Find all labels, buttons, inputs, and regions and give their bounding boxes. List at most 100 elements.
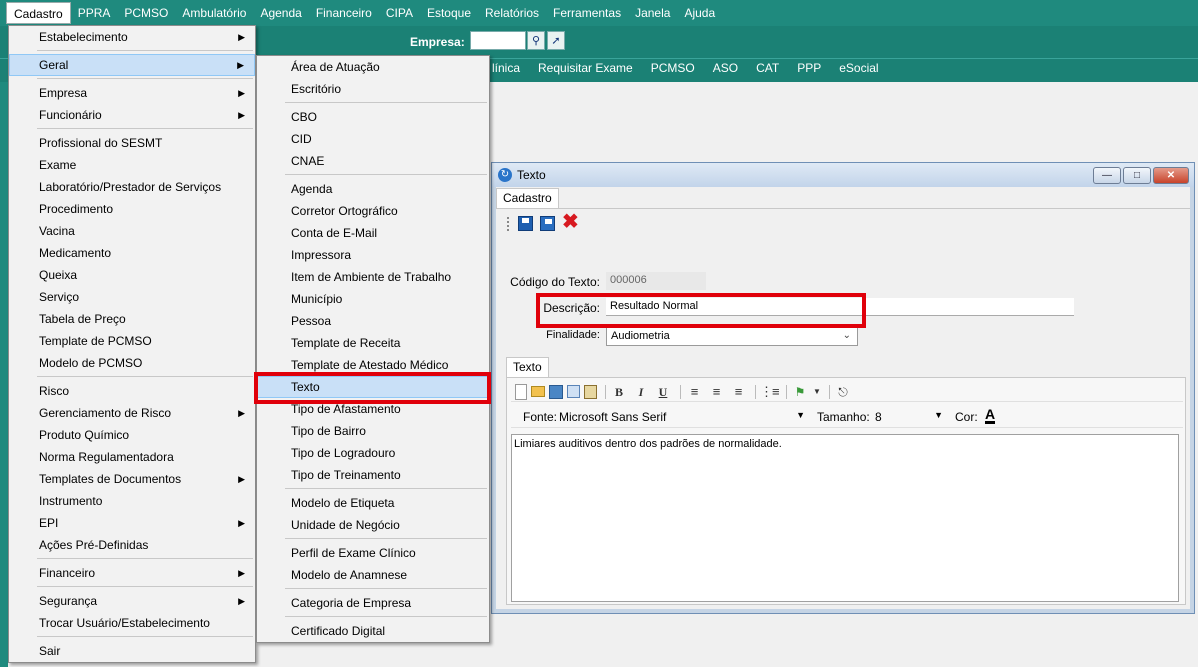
- quicklink-esocial[interactable]: eSocial: [839, 61, 878, 75]
- menu-item-queixa[interactable]: Queixa: [9, 264, 255, 286]
- new-document-icon[interactable]: [515, 383, 527, 400]
- menu-item-laboratorio[interactable]: Laboratório/Prestador de Serviços: [9, 176, 255, 198]
- menu-item-procedimento[interactable]: Procedimento: [9, 198, 255, 220]
- font-color-icon[interactable]: A: [985, 407, 996, 424]
- chevron-down-icon[interactable]: ⌄: [843, 327, 851, 345]
- menu-item-pessoa[interactable]: Pessoa: [257, 310, 489, 332]
- menu-item-texto[interactable]: Texto: [257, 376, 489, 398]
- text-editor[interactable]: Limiares auditivos dentro dos padrões de…: [511, 434, 1179, 602]
- menu-item-cid[interactable]: CID: [257, 128, 489, 150]
- print-preview-icon[interactable]: ⎋: [834, 384, 852, 400]
- menu-janela[interactable]: Janela: [628, 2, 677, 24]
- save-and-new-icon[interactable]: [540, 216, 555, 231]
- menu-item-corretor-ortografico[interactable]: Corretor Ortográfico: [257, 200, 489, 222]
- menu-item-item-ambiente[interactable]: Item de Ambiente de Trabalho: [257, 266, 489, 288]
- menu-item-modelo-anamnese[interactable]: Modelo de Anamnese: [257, 564, 489, 586]
- descricao-field[interactable]: Resultado Normal: [606, 298, 1074, 316]
- align-center-icon[interactable]: ≡: [707, 384, 725, 400]
- menu-ppra[interactable]: PPRA: [71, 2, 118, 24]
- menu-item-template-atestado[interactable]: Template de Atestado Médico: [257, 354, 489, 376]
- menu-item-conta-email[interactable]: Conta de E-Mail: [257, 222, 489, 244]
- quicklink-requisitar-exame[interactable]: Requisitar Exame: [538, 61, 633, 75]
- cancel-icon[interactable]: ✖: [562, 211, 579, 233]
- menu-item-modelo-etiqueta[interactable]: Modelo de Etiqueta: [257, 492, 489, 514]
- fonte-select[interactable]: Microsoft Sans Serif ▼: [559, 410, 807, 424]
- menu-item-perfil-exame[interactable]: Perfil de Exame Clínico: [257, 542, 489, 564]
- menu-item-vacina[interactable]: Vacina: [9, 220, 255, 242]
- menu-item-trocar-usuario[interactable]: Trocar Usuário/Estabelecimento: [9, 612, 255, 634]
- menu-item-acoes-pre-definidas[interactable]: Ações Pré-Definidas: [9, 534, 255, 556]
- menu-item-certificado-digital[interactable]: Certificado Digital: [257, 620, 489, 642]
- menu-item-categoria-empresa[interactable]: Categoria de Empresa: [257, 592, 489, 614]
- menu-item-template-receita[interactable]: Template de Receita: [257, 332, 489, 354]
- underline-icon[interactable]: U: [654, 384, 672, 400]
- bullet-list-icon[interactable]: ⋮≡: [760, 384, 780, 400]
- bold-icon[interactable]: B: [610, 384, 628, 400]
- menu-item-empresa[interactable]: Empresa ▶: [9, 82, 255, 104]
- menu-cipa[interactable]: CIPA: [379, 2, 420, 24]
- dropdown-arrow-icon[interactable]: ▼: [813, 384, 821, 400]
- menu-item-norma-regulamentadora[interactable]: Norma Regulamentadora: [9, 446, 255, 468]
- menu-relatorios[interactable]: Relatórios: [478, 2, 546, 24]
- italic-icon[interactable]: I: [632, 384, 650, 400]
- chevron-down-icon[interactable]: ▼: [796, 410, 805, 420]
- chevron-down-icon[interactable]: ▼: [934, 410, 943, 420]
- menu-item-municipio[interactable]: Município: [257, 288, 489, 310]
- align-left-icon[interactable]: ≡: [685, 384, 703, 400]
- tamanho-select[interactable]: 8 ▼: [875, 410, 945, 424]
- menu-pcmso[interactable]: PCMSO: [117, 2, 175, 24]
- quicklink-aso[interactable]: ASO: [713, 61, 738, 75]
- search-icon[interactable]: ⚲: [527, 31, 545, 50]
- close-button[interactable]: ✕: [1153, 167, 1189, 184]
- menu-item-tipo-logradouro[interactable]: Tipo de Logradouro: [257, 442, 489, 464]
- menu-item-escritorio[interactable]: Escritório: [257, 78, 489, 100]
- tab-cadastro[interactable]: Cadastro: [496, 188, 559, 208]
- align-right-icon[interactable]: ≡: [729, 384, 747, 400]
- menu-item-seguranca[interactable]: Segurança ▶: [9, 590, 255, 612]
- menu-item-tipo-bairro[interactable]: Tipo de Bairro: [257, 420, 489, 442]
- menu-item-modelo-pcmso[interactable]: Modelo de PCMSO: [9, 352, 255, 374]
- menu-item-profissional-sesmt[interactable]: Profissional do SESMT: [9, 132, 255, 154]
- maximize-button[interactable]: □: [1123, 167, 1151, 184]
- menu-estoque[interactable]: Estoque: [420, 2, 478, 24]
- menu-item-template-pcmso[interactable]: Template de PCMSO: [9, 330, 255, 352]
- save-icon[interactable]: [549, 384, 563, 399]
- menu-item-impressora[interactable]: Impressora: [257, 244, 489, 266]
- menu-item-geral[interactable]: Geral ▶: [9, 54, 255, 76]
- menu-item-sair[interactable]: Sair: [9, 640, 255, 662]
- menu-item-tabela-preco[interactable]: Tabela de Preço: [9, 308, 255, 330]
- menu-item-estabelecimento[interactable]: Estabelecimento ▶: [9, 26, 255, 48]
- menu-item-cbo[interactable]: CBO: [257, 106, 489, 128]
- menu-item-exame[interactable]: Exame: [9, 154, 255, 176]
- menu-item-financeiro[interactable]: Financeiro ▶: [9, 562, 255, 584]
- menu-item-agenda[interactable]: Agenda: [257, 178, 489, 200]
- menu-item-risco[interactable]: Risco: [9, 380, 255, 402]
- menu-item-funcionario[interactable]: Funcionário ▶: [9, 104, 255, 126]
- open-folder-icon[interactable]: [531, 386, 545, 397]
- menu-item-cnae[interactable]: CNAE: [257, 150, 489, 172]
- tag-icon[interactable]: ⚑: [791, 384, 809, 400]
- menu-cadastro[interactable]: Cadastro: [6, 2, 71, 24]
- menu-item-epi[interactable]: EPI ▶: [9, 512, 255, 534]
- quicklink-cat[interactable]: CAT: [756, 61, 779, 75]
- menu-financeiro[interactable]: Financeiro: [309, 2, 379, 24]
- menu-item-templates-documentos[interactable]: Templates de Documentos ▶: [9, 468, 255, 490]
- menu-item-medicamento[interactable]: Medicamento: [9, 242, 255, 264]
- menu-item-instrumento[interactable]: Instrumento: [9, 490, 255, 512]
- menu-ferramentas[interactable]: Ferramentas: [546, 2, 628, 24]
- pin-icon[interactable]: ➚: [547, 31, 565, 50]
- quicklink-clinica[interactable]: línica: [492, 61, 520, 75]
- menu-item-tipo-afastamento[interactable]: Tipo de Afastamento: [257, 398, 489, 420]
- empresa-input[interactable]: [470, 31, 526, 50]
- menu-item-area-atuacao[interactable]: Área de Atuação: [257, 56, 489, 78]
- quicklink-pcmso[interactable]: PCMSO: [651, 61, 695, 75]
- save-icon[interactable]: [518, 216, 533, 231]
- paste-icon[interactable]: [584, 384, 597, 399]
- menu-item-gerenciamento-risco[interactable]: Gerenciamento de Risco ▶: [9, 402, 255, 424]
- menu-item-unidade-negocio[interactable]: Unidade de Negócio: [257, 514, 489, 536]
- tab-texto[interactable]: Texto: [506, 357, 549, 377]
- menu-ambulatorio[interactable]: Ambulatório: [175, 2, 253, 24]
- finalidade-select[interactable]: Audiometria ⌄: [606, 326, 858, 346]
- menu-ajuda[interactable]: Ajuda: [677, 2, 722, 24]
- quicklink-ppp[interactable]: PPP: [797, 61, 821, 75]
